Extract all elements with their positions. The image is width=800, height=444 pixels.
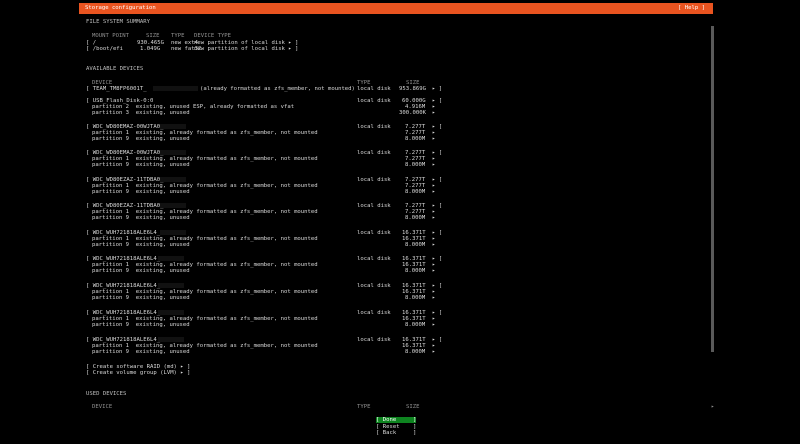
partition-row[interactable]: partition 9 existing, unused <box>92 136 190 142</box>
back-button[interactable]: [ Back ] <box>376 430 416 436</box>
fs-devtype: new partition of local disk ▸ ] <box>194 46 299 52</box>
done-button[interactable]: [ Done ] <box>376 417 417 424</box>
partition-size: 8.000M <box>405 136 426 142</box>
device-type: local disk <box>357 310 391 316</box>
device-name: [ TEAM_TM8FP6001T_ <box>86 86 147 92</box>
device-type: local disk <box>357 256 391 262</box>
fs-size: 1.049G <box>140 46 161 52</box>
device-type: local disk <box>357 150 391 156</box>
partition-size: 300.000K <box>399 110 426 116</box>
device-type: local disk <box>357 337 391 343</box>
partition-row[interactable]: partition 9 existing, unused <box>92 242 190 248</box>
partition-arrow: ▸ <box>432 110 436 116</box>
partition-arrow: ▸ <box>432 295 436 301</box>
col-device: DEVICE <box>92 404 113 410</box>
col-type: TYPE <box>171 33 185 39</box>
partition-arrow: ▸ <box>432 268 436 274</box>
partition-size: 8.000M <box>405 189 426 195</box>
partition-label: partition 3 existing, unused <box>92 110 190 116</box>
partition-row[interactable]: partition 9 existing, unused <box>92 215 190 221</box>
partition-arrow: ▸ <box>432 349 436 355</box>
device-type: local disk <box>357 203 391 209</box>
partition-size: 8.000M <box>405 242 426 248</box>
device-note: (already formatted as zfs_member, not mo… <box>200 86 355 92</box>
col-size: SIZE <box>406 404 420 410</box>
partition-size: 8.000M <box>405 322 426 328</box>
partition-size: 8.000M <box>405 162 426 168</box>
scroll-arrow-icon: ▸ <box>711 404 715 410</box>
device-size: 953.869G <box>399 86 426 92</box>
partition-row[interactable]: partition 9 existing, unused <box>92 295 190 301</box>
title-bar: Storage configuration [ Help ] <box>79 3 713 14</box>
partition-arrow: ▸ <box>432 162 436 168</box>
device-type: local disk <box>357 177 391 183</box>
fs-mount: [ /boot/efi <box>86 46 124 52</box>
device-arrow: ▸ ] <box>432 86 443 92</box>
partition-arrow: ▸ <box>432 215 436 221</box>
redacted-serial <box>153 86 198 92</box>
device-type: local disk <box>357 283 391 289</box>
partition-size: 8.000M <box>405 349 426 355</box>
create-lvm-button[interactable]: [ Create volume group (LVM) ▸ ] <box>86 370 190 376</box>
col-mount-point: MOUNT POINT <box>92 33 130 39</box>
partition-size: 8.000M <box>405 295 426 301</box>
partition-row[interactable]: partition 9 existing, unused <box>92 322 190 328</box>
col-device-type: DEVICE TYPE <box>194 33 232 39</box>
partition-row[interactable]: partition 9 existing, unused <box>92 268 190 274</box>
partition-arrow: ▸ <box>432 242 436 248</box>
device-type: local disk <box>357 230 391 236</box>
device-type: local disk <box>357 98 391 104</box>
help-button[interactable]: [ Help ] <box>678 5 705 11</box>
col-type: TYPE <box>357 404 371 410</box>
partition-arrow: ▸ <box>432 322 436 328</box>
partition-row[interactable]: partition 9 existing, unused <box>92 349 190 355</box>
used-heading: USED DEVICES <box>86 391 127 397</box>
window-title: Storage configuration <box>85 5 156 11</box>
partition-arrow: ▸ <box>432 189 436 195</box>
col-size: SIZE <box>146 33 160 39</box>
partition-size: 8.000M <box>405 268 426 274</box>
fs-summary-heading: FILE SYSTEM SUMMARY <box>86 19 150 25</box>
device-type: local disk <box>357 86 391 92</box>
partition-size: 8.000M <box>405 215 426 221</box>
device-type: local disk <box>357 124 391 130</box>
partition-row[interactable]: partition 9 existing, unused <box>92 162 190 168</box>
available-heading: AVAILABLE DEVICES <box>86 66 144 72</box>
partition-row[interactable]: partition 9 existing, unused <box>92 189 190 195</box>
scrollbar[interactable] <box>711 26 714 352</box>
partition-arrow: ▸ <box>432 136 436 142</box>
